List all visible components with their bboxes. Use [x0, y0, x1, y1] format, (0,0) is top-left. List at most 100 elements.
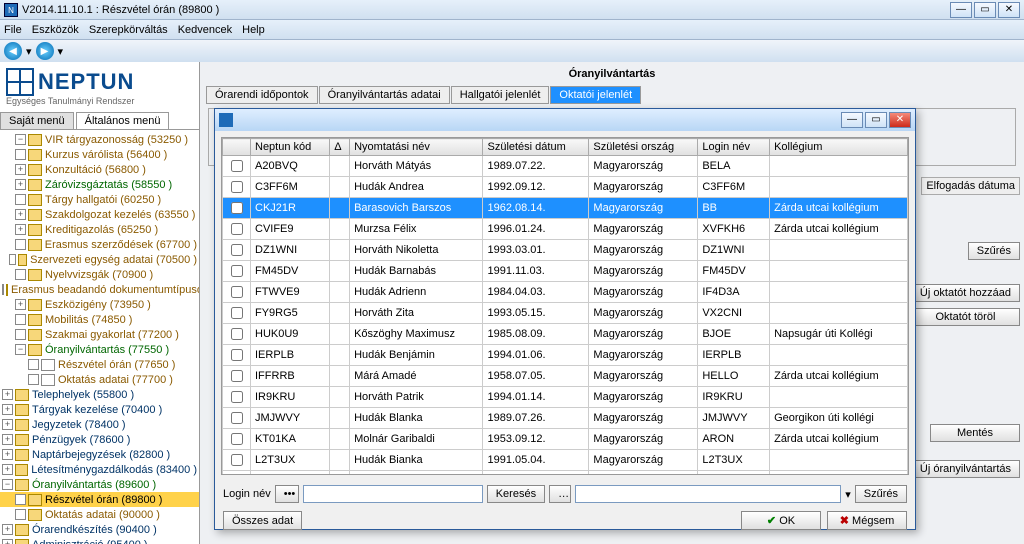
table-row[interactable]: CVIFE9Murzsa Félix1996.01.24.Magyarorszá…	[223, 219, 908, 240]
row-check[interactable]	[231, 265, 243, 277]
row-check[interactable]	[231, 349, 243, 361]
tree-item[interactable]: Erasmus beadandó dokumentumtípusok (1	[0, 282, 199, 297]
combo-drop-icon[interactable]: ▾	[845, 488, 851, 501]
table-row[interactable]: MC4JMHHudák Borbála1993.11.21.Magyarorsz…	[223, 471, 908, 476]
row-check[interactable]	[231, 391, 243, 403]
tree-item[interactable]: −VIR tárgyazonosság (53250 )	[0, 132, 199, 147]
subtab-3[interactable]: Oktatói jelenlét	[550, 86, 641, 104]
row-check[interactable]	[231, 454, 243, 466]
tree-item[interactable]: Tárgy hallgatói (60250 )	[0, 192, 199, 207]
tree-item[interactable]: −Óranyilvántartás (89600 )	[0, 477, 199, 492]
tree-item[interactable]: Nyelvvizsgák (70900 )	[0, 267, 199, 282]
table-row[interactable]: A20BVQHorváth Mátyás1989.07.22.Magyarors…	[223, 156, 908, 177]
search-input[interactable]	[303, 485, 483, 503]
tree-item[interactable]: Oktatás adatai (77700 )	[0, 372, 199, 387]
btn-mentes[interactable]: Mentés	[930, 424, 1020, 442]
dlg-close[interactable]: ✕	[889, 112, 911, 128]
nav-tree[interactable]: −VIR tárgyazonosság (53250 )Kurzus váról…	[0, 130, 199, 544]
tree-item[interactable]: +Adminisztráció (95400 )	[0, 537, 199, 544]
data-grid[interactable]: Neptun kódΔNyomtatási névSzületési dátum…	[221, 137, 909, 475]
logo-text: NEPTUN	[38, 69, 134, 95]
tree-item[interactable]: Részvétel órán (89800 )	[0, 492, 199, 507]
menu-kedvencek[interactable]: Kedvencek	[178, 24, 232, 36]
subtab-0[interactable]: Órarendi időpontok	[206, 86, 318, 104]
tree-item[interactable]: +Naptárbejegyzések (82800 )	[0, 447, 199, 462]
tree-item[interactable]: Erasmus szerződések (67700 )	[0, 237, 199, 252]
subtab-2[interactable]: Hallgatói jelenlét	[451, 86, 550, 104]
btn-kereses[interactable]: Keresés	[487, 485, 545, 503]
tree-item[interactable]: Szervezeti egység adatai (70500 )	[0, 252, 199, 267]
btn-del-oktato[interactable]: Oktatót töröl	[911, 308, 1020, 326]
tree-item[interactable]: Szakmai gyakorlat (77200 )	[0, 327, 199, 342]
back-drop[interactable]: ▾	[26, 45, 32, 58]
row-check[interactable]	[231, 412, 243, 424]
table-row[interactable]: IFFRRBMárá Amadé1958.07.05.MagyarországH…	[223, 366, 908, 387]
dlg-max[interactable]: ▭	[865, 112, 887, 128]
menu-help[interactable]: Help	[242, 24, 265, 36]
btn-add-oktato[interactable]: Új oktatót hozzáad	[911, 284, 1020, 302]
row-check[interactable]	[231, 286, 243, 298]
table-row[interactable]: CKJ21RBarasovich Barszos1962.08.14.Magya…	[223, 198, 908, 219]
field-picker[interactable]: •••	[275, 485, 299, 503]
menu-eszközök[interactable]: Eszközök	[32, 24, 79, 36]
menu-file[interactable]: File	[4, 24, 22, 36]
table-row[interactable]: HUK0U9Kőszöghy Maximusz1985.08.09.Magyar…	[223, 324, 908, 345]
tree-item[interactable]: Mobilitás (74850 )	[0, 312, 199, 327]
tree-item[interactable]: −Óranyilvántartás (77550 )	[0, 342, 199, 357]
row-check[interactable]	[231, 433, 243, 445]
tree-item[interactable]: +Pénzügyek (78600 )	[0, 432, 199, 447]
tab-sajat[interactable]: Saját menü	[0, 112, 74, 129]
row-check[interactable]	[231, 370, 243, 382]
dlg-icon	[219, 113, 233, 127]
fwd-drop[interactable]: ▾	[58, 45, 64, 58]
table-row[interactable]: JMJWVYHudák Blanka1989.07.26.Magyarorszá…	[223, 408, 908, 429]
tree-item[interactable]: +Tárgyak kezelése (70400 )	[0, 402, 199, 417]
row-check[interactable]	[231, 160, 243, 172]
tree-item[interactable]: Kurzus várólista (56400 )	[0, 147, 199, 162]
col-elfogadas[interactable]: Elfogadás dátuma	[921, 177, 1020, 195]
table-row[interactable]: FY9RG5Horváth Zita1993.05.15.Magyarorszá…	[223, 303, 908, 324]
dlg-min[interactable]: —	[841, 112, 863, 128]
filter-combo[interactable]	[575, 485, 841, 503]
menu-szerepkörváltás[interactable]: Szerepkörváltás	[89, 24, 168, 36]
table-row[interactable]: IR9KRUHorváth Patrik1994.01.14.Magyarors…	[223, 387, 908, 408]
tree-item[interactable]: Oktatás adatai (90000 )	[0, 507, 199, 522]
btn-uj-nyilv[interactable]: Új óranyilvántartás	[911, 460, 1020, 478]
table-row[interactable]: DZ1WNIHorváth Nikoletta1993.03.01.Magyar…	[223, 240, 908, 261]
btn-szures-right[interactable]: Szűrés	[968, 242, 1020, 260]
tree-item[interactable]: +Jegyzetek (78400 )	[0, 417, 199, 432]
table-row[interactable]: L2T3UXHudák Bianka1991.05.04.Magyarorszá…	[223, 450, 908, 471]
tree-item[interactable]: +Konzultáció (56800 )	[0, 162, 199, 177]
max-button[interactable]: ▭	[974, 2, 996, 18]
table-row[interactable]: FTWVE9Hudák Adrienn1984.04.03.Magyarorsz…	[223, 282, 908, 303]
tree-item[interactable]: +Kreditigazolás (65250 )	[0, 222, 199, 237]
row-check[interactable]	[231, 202, 243, 214]
table-row[interactable]: C3FF6MHudák Andrea1992.09.12.Magyarorszá…	[223, 177, 908, 198]
tree-item[interactable]: +Záróvizsgáztatás (58550 )	[0, 177, 199, 192]
tab-altalanos[interactable]: Általános menü	[76, 112, 170, 129]
btn-ok[interactable]: OK	[741, 511, 821, 530]
tree-item[interactable]: +Szakdolgozat kezelés (63550 )	[0, 207, 199, 222]
row-check[interactable]	[231, 307, 243, 319]
back-button[interactable]: ◀	[4, 42, 22, 60]
tree-item[interactable]: +Létesítménygazdálkodás (83400 )	[0, 462, 199, 477]
min-button[interactable]: —	[950, 2, 972, 18]
btn-cancel[interactable]: Mégsem	[827, 511, 907, 530]
row-check[interactable]	[231, 328, 243, 340]
tree-item[interactable]: +Órarendkészítés (90400 )	[0, 522, 199, 537]
tree-item[interactable]: +Telephelyek (55800 )	[0, 387, 199, 402]
row-check[interactable]	[231, 223, 243, 235]
table-row[interactable]: IERPLBHudák Benjámin1994.01.06.Magyarors…	[223, 345, 908, 366]
subtab-1[interactable]: Óranyilvántartás adatai	[319, 86, 450, 104]
row-check[interactable]	[231, 181, 243, 193]
row-check[interactable]	[231, 244, 243, 256]
btn-osszes[interactable]: Összes adat	[223, 511, 302, 530]
tree-item[interactable]: Részvétel órán (77650 )	[0, 357, 199, 372]
btn-browse[interactable]: …	[549, 485, 571, 503]
fwd-button[interactable]: ▶	[36, 42, 54, 60]
btn-szures-dlg[interactable]: Szűrés	[855, 485, 907, 503]
tree-item[interactable]: +Eszközigény (73950 )	[0, 297, 199, 312]
table-row[interactable]: KT01KAMolnár Garibaldi1953.09.12.Magyaro…	[223, 429, 908, 450]
table-row[interactable]: FM45DVHudák Barnabás1991.11.03.Magyarors…	[223, 261, 908, 282]
close-button[interactable]: ✕	[998, 2, 1020, 18]
